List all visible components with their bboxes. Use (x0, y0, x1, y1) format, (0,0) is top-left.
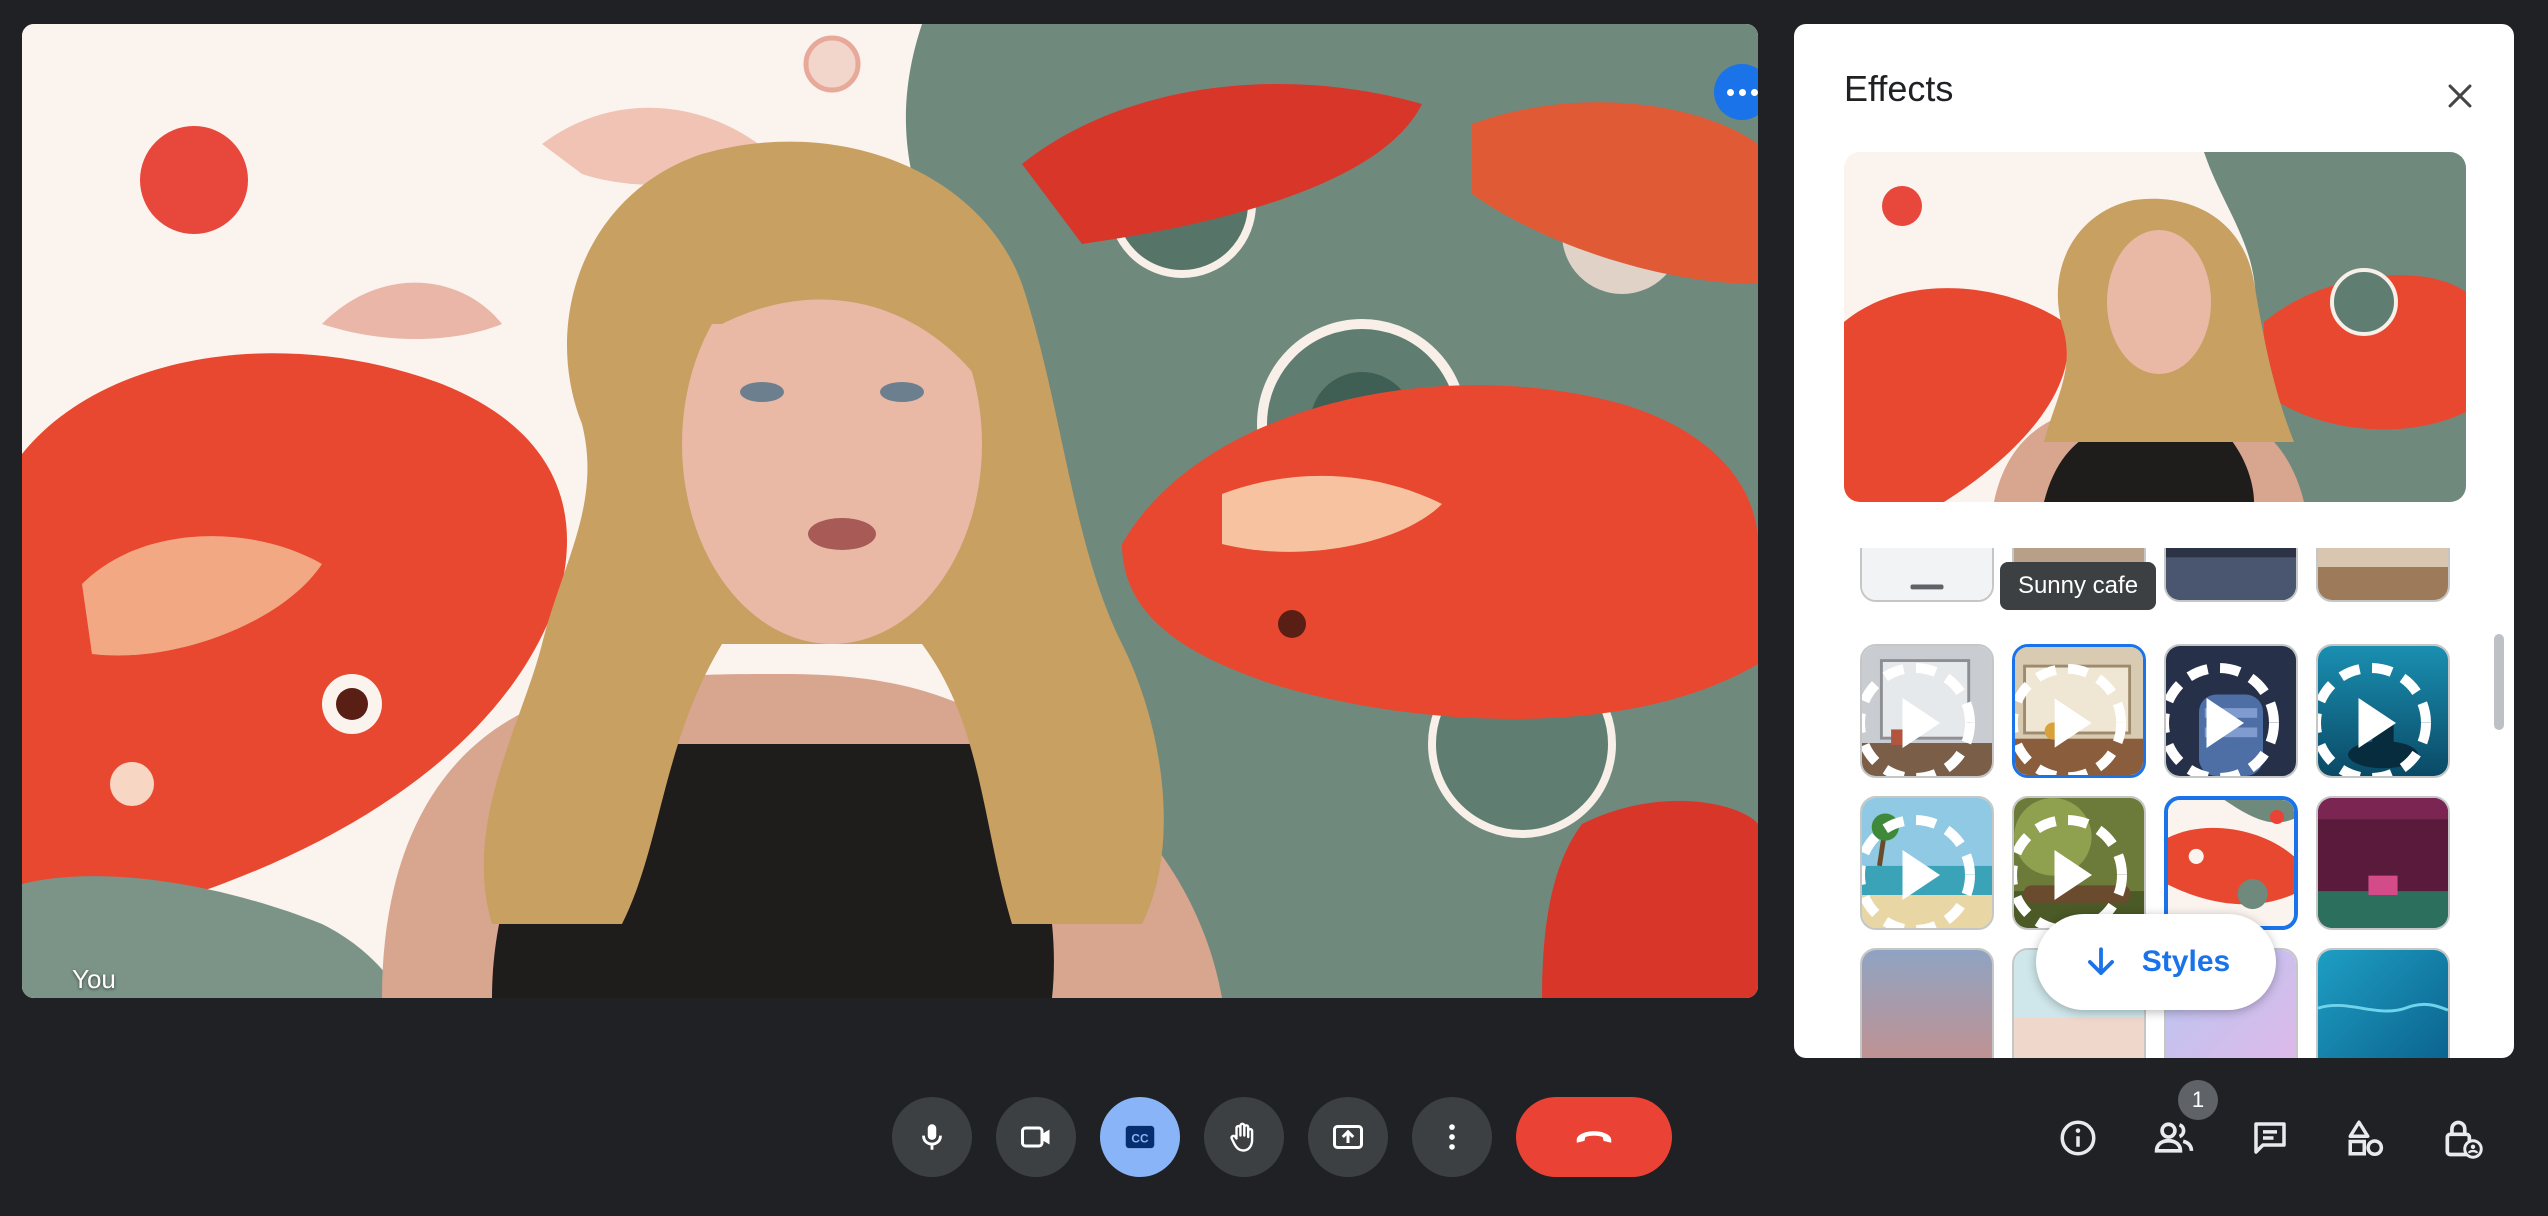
present-button[interactable] (1308, 1097, 1388, 1177)
host-controls-button[interactable] (2434, 1110, 2490, 1166)
panel-title: Effects (1844, 68, 1954, 109)
animated-play-icon (2166, 663, 2279, 776)
animated-play-icon (1862, 663, 1975, 776)
more-vertical-icon (1449, 1124, 1455, 1150)
background-thumb-spaceship[interactable] (2164, 644, 2298, 778)
close-icon (2448, 84, 2472, 108)
activities-button[interactable] (2338, 1110, 2394, 1166)
background-thumb-library-top[interactable] (2316, 548, 2450, 602)
main-video-tile: You (22, 24, 1758, 998)
styles-button[interactable]: Styles (2036, 914, 2276, 1010)
koi-background-image (22, 24, 1758, 998)
background-thumb-winter-window[interactable] (1860, 644, 1994, 778)
background-thumb-sunny-cafe[interactable] (2012, 644, 2146, 778)
background-thumb-pool-water[interactable] (2316, 948, 2450, 1058)
background-thumb-dusk-gradient[interactable] (1860, 948, 1994, 1058)
self-name-label: You (72, 964, 116, 994)
background-thumb-koi-selected[interactable] (2164, 796, 2298, 930)
animated-play-icon (2318, 663, 2431, 776)
animated-play-icon (1862, 815, 1975, 928)
more-options-button[interactable] (1412, 1097, 1492, 1177)
chat-button[interactable] (2242, 1110, 2298, 1166)
dot (1726, 88, 1734, 96)
meeting-info-button[interactable] (2050, 1110, 2106, 1166)
background-thumb-underwater-cave[interactable] (2316, 644, 2450, 778)
shapes-icon (2348, 1120, 2384, 1157)
lock-person-icon (2445, 1120, 2483, 1159)
panel-scrollbar[interactable] (2494, 634, 2504, 730)
background-thumb-night-top[interactable] (2164, 548, 2298, 602)
background-thumb-blank[interactable] (1860, 548, 1994, 602)
effects-preview (1844, 152, 2466, 502)
participant-count-badge: 1 (2178, 1080, 2218, 1120)
arrow-down-icon (2087, 947, 2114, 975)
video-camera-icon (1021, 1126, 1050, 1148)
svg-text:CC: CC (1131, 1132, 1149, 1146)
phone-hangup-icon (1576, 1131, 1612, 1143)
present-screen-icon (1333, 1125, 1363, 1149)
styles-button-label: Styles (2141, 945, 2231, 978)
microphone-icon (922, 1124, 942, 1150)
closed-captions-icon: CC (1125, 1125, 1155, 1149)
background-thumb-tropical-beach[interactable] (1860, 796, 1994, 930)
selected-indicator (2270, 810, 2284, 824)
background-thumb-forest-log[interactable] (2012, 796, 2146, 930)
people-icon (2154, 1122, 2194, 1153)
hand-icon (1230, 1122, 1254, 1152)
thumbnail-tooltip: Sunny cafe (2000, 562, 2156, 610)
close-panel-button[interactable] (2432, 68, 2488, 124)
animated-play-icon (2015, 663, 2127, 775)
dot (1750, 88, 1758, 96)
leave-call-button[interactable] (1516, 1097, 1672, 1177)
background-thumb-theater[interactable] (2316, 796, 2450, 930)
info-icon (2060, 1120, 2096, 1156)
animated-play-icon (2014, 815, 2127, 928)
microphone-button[interactable] (892, 1097, 972, 1177)
preview-image (1844, 152, 2466, 502)
captions-button[interactable]: CC (1100, 1097, 1180, 1177)
chat-icon (2254, 1122, 2286, 1154)
camera-button[interactable] (996, 1097, 1076, 1177)
dot (1738, 88, 1746, 96)
effects-panel: Effects Sunny cafe Styles (1794, 24, 2514, 1058)
raise-hand-button[interactable] (1204, 1097, 1284, 1177)
